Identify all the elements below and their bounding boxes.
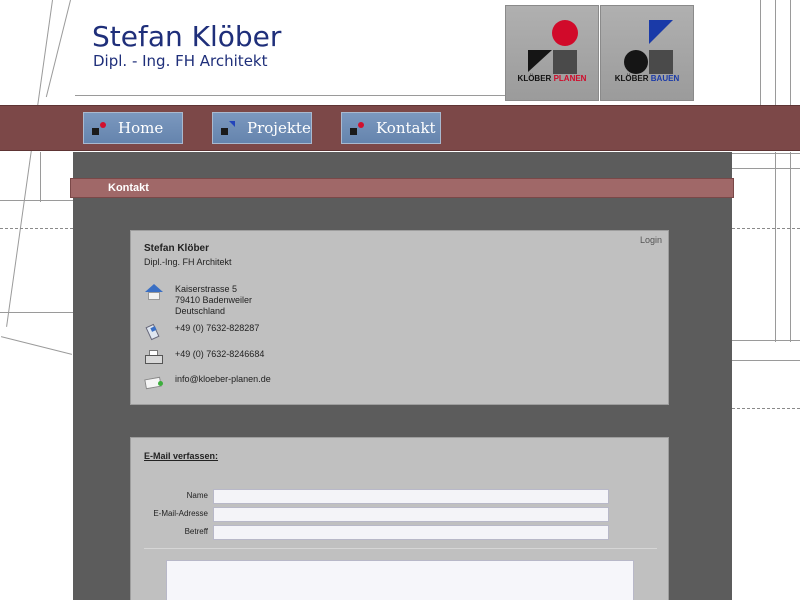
site-header: Stefan Klöber Dipl. - Ing. FH Architekt … xyxy=(0,0,800,105)
email-link[interactable]: info@kloeber-planen.de xyxy=(175,374,271,392)
planen-logo-icon xyxy=(528,20,578,74)
phone-icon xyxy=(144,323,164,341)
logo-caption: KLÖBER BAUEN xyxy=(614,74,680,83)
login-link[interactable]: Login xyxy=(640,235,662,245)
bauen-logo-icon xyxy=(624,20,673,74)
contact-title: Dipl.-Ing. FH Architekt xyxy=(144,257,232,267)
logo-kloeber-planen[interactable]: KLÖBER PLANEN xyxy=(505,5,599,101)
fax-icon xyxy=(144,349,164,367)
contact-card: Login Stefan Klöber Dipl.-Ing. FH Archit… xyxy=(130,230,669,405)
logo-caption: KLÖBER PLANEN xyxy=(517,74,587,83)
brand-name: Stefan Klöber xyxy=(92,20,282,53)
nav-kontakt-button[interactable]: Kontakt xyxy=(341,112,441,144)
logo-kloeber-bauen[interactable]: KLÖBER BAUEN xyxy=(600,5,694,101)
mail-form-title: E-Mail verfassen: xyxy=(144,451,219,461)
name-label: Name xyxy=(186,491,208,500)
nav-logo-icon xyxy=(221,121,235,135)
subject-row: Betreff xyxy=(131,525,670,540)
mail-icon xyxy=(144,374,164,392)
contact-name: Stefan Klöber xyxy=(144,243,210,254)
name-field[interactable] xyxy=(213,489,609,504)
nav-projekte-button[interactable]: Projekte xyxy=(212,112,312,144)
address-text: Kaiserstrasse 5 79410 Badenweiler Deutsc… xyxy=(175,284,253,316)
email-address-row: E-Mail-Adresse xyxy=(131,507,670,522)
address-row: Kaiserstrasse 5 79410 Badenweiler Deutsc… xyxy=(144,284,252,317)
nav-home-button[interactable]: Home xyxy=(83,112,183,144)
name-row: Name xyxy=(131,489,670,504)
nav-projekte-label: Projekte xyxy=(247,119,311,137)
phone-row: +49 (0) 7632-828287 xyxy=(144,323,259,341)
phone-text: +49 (0) 7632-828287 xyxy=(175,323,260,333)
nav-kontakt-label: Kontakt xyxy=(376,119,436,137)
subject-field[interactable] xyxy=(213,525,609,540)
form-divider xyxy=(144,548,657,549)
subject-label: Betreff xyxy=(184,527,208,536)
nav-home-label: Home xyxy=(118,119,164,137)
main-navbar: Home Projekte Kontakt xyxy=(0,105,800,151)
mail-form-card: E-Mail verfassen: Name E-Mail-Adresse Be… xyxy=(130,437,669,600)
message-textarea[interactable] xyxy=(166,560,634,600)
section-title-bar: Kontakt xyxy=(70,178,734,198)
house-icon xyxy=(144,284,164,302)
email-row: info@kloeber-planen.de xyxy=(144,374,271,392)
email-address-label: E-Mail-Adresse xyxy=(153,509,208,518)
fax-text: +49 (0) 7632-8246684 xyxy=(175,349,265,359)
fax-row: +49 (0) 7632-8246684 xyxy=(144,349,264,367)
nav-logo-icon xyxy=(92,121,106,135)
brand-subtitle: Dipl. - Ing. FH Architekt xyxy=(93,52,268,70)
email-field[interactable] xyxy=(213,507,609,522)
nav-logo-icon xyxy=(350,121,364,135)
